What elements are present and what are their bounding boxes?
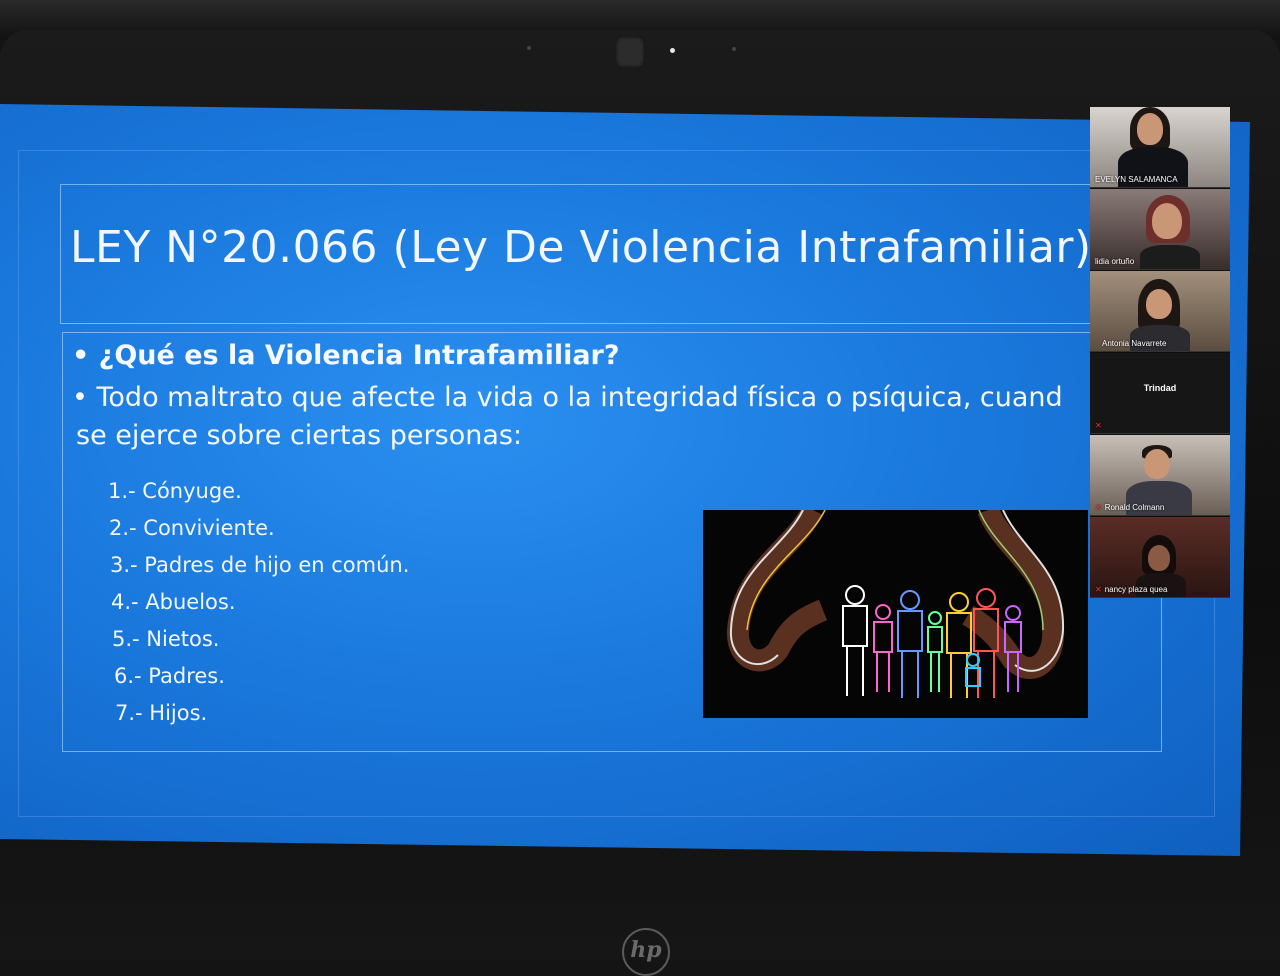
list-item: 4.- Abuelos. <box>111 590 236 614</box>
participant-tile[interactable]: EVELYN SALAMANCA <box>1090 107 1230 188</box>
sensor-dot <box>732 47 736 51</box>
camera-led <box>670 48 675 53</box>
list-item: 5.- Nietos. <box>112 627 220 651</box>
participant-name: lidia ortuño <box>1095 257 1135 266</box>
family-hands-illustration <box>703 504 1088 718</box>
participant-name: Trindad <box>1143 383 1177 393</box>
participant-tile[interactable]: Antonia Navarrete <box>1090 271 1230 352</box>
muted-mic-icon: ✕ <box>1095 421 1102 430</box>
participant-tile[interactable]: ✕ Ronald Colmann <box>1090 435 1230 516</box>
persons-list: 1.- Cónyuge. 2.- Conviviente. 3.- Padres… <box>108 479 409 738</box>
participant-name: EVELYN SALAMANCA <box>1095 175 1178 184</box>
participants-panel: EVELYN SALAMANCA lidia ortuño Antonia Na… <box>1090 107 1230 598</box>
list-item: 1.- Cónyuge. <box>108 479 242 503</box>
sensor-dot <box>527 46 531 50</box>
hp-logo-icon: hp <box>622 928 670 976</box>
webcam-icon <box>615 36 645 68</box>
muted-mic-icon: ✕ <box>1095 585 1102 594</box>
participant-tile[interactable]: lidia ortuño <box>1090 189 1230 270</box>
participant-name: ✕ Ronald Colmann <box>1095 503 1165 512</box>
monitor-screen: LEY N°20.066 (Ley De Violencia Intrafami… <box>0 104 1250 856</box>
slide-title: LEY N°20.066 (Ley De Violencia Intrafami… <box>70 222 1092 273</box>
family-hands-image <box>726 504 1065 698</box>
participant-tile[interactable]: ✕ nancy plaza quea <box>1090 517 1230 598</box>
list-item: 6.- Padres. <box>114 664 225 688</box>
participant-tile[interactable]: Trindad ✕ <box>1090 353 1230 434</box>
question-bullet: • ¿Qué es la Violencia Intrafamiliar? <box>72 340 620 371</box>
list-item: 7.- Hijos. <box>115 701 208 725</box>
muted-mic-icon: ✕ <box>1095 503 1102 512</box>
list-item: 3.- Padres de hijo en común. <box>110 553 410 577</box>
definition-continuation: se ejerce sobre ciertas personas: <box>76 420 523 451</box>
definition-bullet: • Todo maltrato que afecte la vida o la … <box>72 382 1063 413</box>
list-item: 2.- Conviviente. <box>109 516 275 540</box>
participant-name: ✕ nancy plaza quea <box>1095 585 1168 594</box>
participant-name: Antonia Navarrete <box>1102 339 1167 348</box>
